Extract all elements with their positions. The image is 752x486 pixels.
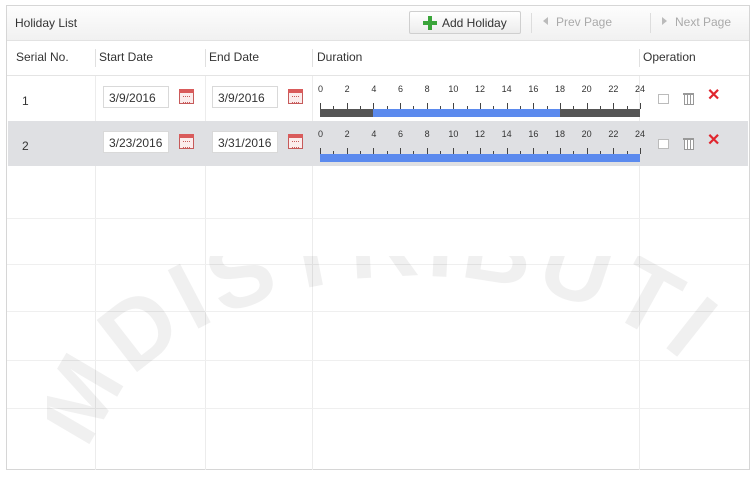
col-divider [312,49,313,67]
next-page-button[interactable]: Next Page [662,15,731,29]
end-date-value: 3/31/2016 [218,136,272,150]
timeline-label: 16 [528,129,539,139]
table-row[interactable]: 1 3/9/2016 3/9/2016 0 2 4 6 8 10 12 14 16 18 20 22 2… [8,76,748,121]
col-operation: Operation [643,50,696,64]
grid-line [7,360,749,361]
toolbar-divider [531,13,532,33]
timeline-label: 24 [635,84,646,94]
grid-line [7,264,749,265]
end-date-value: 3/9/2016 [218,91,265,105]
end-date-field[interactable]: 3/9/2016 [212,86,278,108]
row-serial: 2 [22,139,29,153]
timeline-label: 0 [318,129,324,139]
timeline-label: 8 [424,84,430,94]
add-holiday-label: Add Holiday [442,16,507,30]
timeline-label: 2 [344,84,350,94]
timeline-track[interactable] [320,154,640,162]
col-divider [205,49,206,67]
timeline-active-range[interactable] [320,154,640,162]
timeline-label: 0 [318,84,324,94]
holiday-list-panel: Holiday List Add Holiday Prev Page Next … [6,5,750,470]
grid-line [7,311,749,312]
duration-timeline[interactable]: 0 2 4 6 8 10 12 14 16 18 20 22 24 [316,76,646,121]
calendar-icon[interactable] [179,89,194,104]
edit-icon[interactable] [658,92,669,104]
timeline-label: 16 [528,84,539,94]
row-operations: ✕ [652,88,732,107]
col-end-date: End Date [209,50,260,64]
panel-title: Holiday List [15,16,78,30]
timeline-active-range[interactable] [373,109,560,117]
timeline-label: 4 [371,129,377,139]
duration-timeline[interactable]: 0 2 4 6 8 10 12 14 16 18 20 22 24 [316,121,646,166]
calendar-icon[interactable] [179,134,194,149]
next-arrow-icon [662,17,667,25]
timeline-label: 2 [344,129,350,139]
col-divider [639,49,640,67]
col-duration: Duration [317,50,363,64]
col-serial: Serial No. [16,50,69,64]
timeline-label: 6 [398,129,404,139]
trash-icon[interactable] [683,92,694,105]
timeline-label: 4 [371,84,377,94]
add-holiday-button[interactable]: Add Holiday [409,11,521,34]
timeline-tick [640,103,641,109]
watermark: MDISTRIBUTI [47,256,740,460]
row-serial: 1 [22,94,29,108]
timeline-label: 24 [635,129,646,139]
timeline-label: 22 [608,84,619,94]
row-operations: ✕ [652,133,732,152]
timeline-tick [640,148,641,154]
timeline-label: 6 [398,84,404,94]
toolbar-divider [650,13,651,33]
plus-icon [423,16,437,30]
timeline-label: 8 [424,129,430,139]
calendar-icon[interactable] [288,89,303,104]
table-header: Serial No. Start Date End Date Duration … [7,41,749,76]
timeline-label: 14 [501,84,512,94]
timeline-label: 12 [475,129,486,139]
svg-text:MDISTRIBUTI: MDISTRIBUTI [47,256,740,460]
prev-page-label: Prev Page [556,15,613,29]
panel-header: Holiday List Add Holiday Prev Page Next … [7,6,749,41]
start-date-value: 3/9/2016 [109,91,156,105]
prev-arrow-icon [543,17,548,25]
grid-line [7,218,749,219]
grid-line [7,408,749,409]
timeline-label: 10 [448,129,459,139]
table-row[interactable]: 2 3/23/2016 3/31/2016 0 2 4 6 8 10 12 14 16 18 20 2… [8,121,748,166]
end-date-field[interactable]: 3/31/2016 [212,131,278,153]
timeline-label: 18 [555,129,566,139]
timeline-label: 12 [475,84,486,94]
calendar-icon[interactable] [288,134,303,149]
timeline-track[interactable] [320,109,640,117]
edit-icon[interactable] [658,137,669,149]
col-start-date: Start Date [99,50,154,64]
next-page-label: Next Page [675,15,732,29]
start-date-value: 3/23/2016 [109,136,163,150]
timeline-label: 20 [581,84,592,94]
timeline-label: 22 [608,129,619,139]
timeline-label: 10 [448,84,459,94]
timeline-label: 14 [501,129,512,139]
start-date-field[interactable]: 3/9/2016 [103,86,169,108]
timeline-label: 20 [581,129,592,139]
delete-x-icon[interactable]: ✕ [707,133,720,149]
start-date-field[interactable]: 3/23/2016 [103,131,169,153]
delete-x-icon[interactable]: ✕ [707,88,720,104]
trash-icon[interactable] [683,137,694,150]
watermark-text: MDISTRIBUTI [47,256,734,460]
col-divider [95,49,96,67]
timeline-label: 18 [555,84,566,94]
prev-page-button[interactable]: Prev Page [543,15,612,29]
